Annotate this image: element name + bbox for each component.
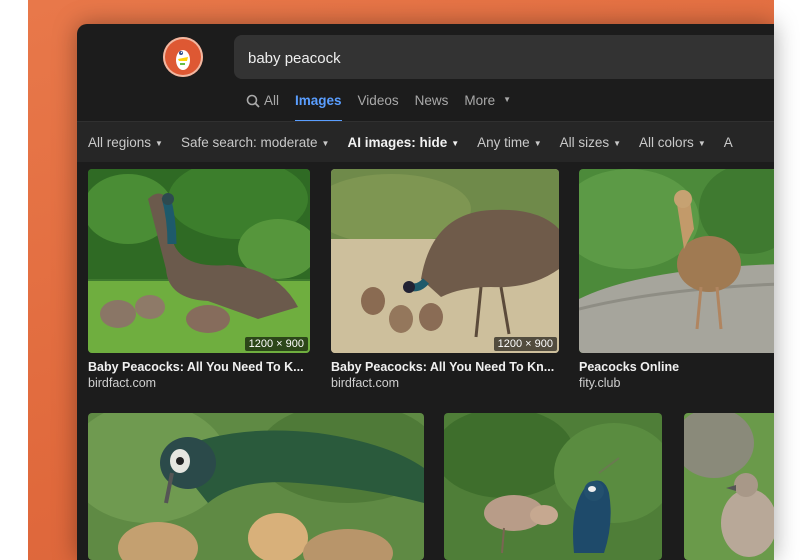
filter-sizes-label: All sizes [559,134,610,150]
result-title[interactable]: Baby Peacocks: All You Need To Kn... [331,360,559,374]
browser-window: All Images Videos News More ▼ All region… [77,24,774,560]
filter-colors[interactable]: All colors ▼ [639,135,706,150]
tab-news-label: News [414,93,449,108]
image-result-2[interactable]: 1200 × 900 [331,169,559,353]
tab-videos[interactable]: Videos [358,92,399,122]
chevron-down-icon: ▼ [533,138,542,148]
result-source[interactable]: birdfact.com [88,376,156,390]
result-title[interactable]: Baby Peacocks: All You Need To K... [88,360,310,374]
peacock-family-photo [444,413,662,560]
filter-regions[interactable]: All regions ▼ [88,135,163,150]
filter-more-cut[interactable]: A [724,135,733,150]
image-result-4[interactable] [88,413,424,560]
tab-all[interactable]: All [246,92,279,122]
filter-colors-label: All colors [639,134,694,150]
filter-ai-images-label: AI images: hide [347,134,448,150]
filter-sizes[interactable]: All sizes ▼ [560,135,621,150]
image-dimensions: 1200 × 900 [493,337,557,351]
filter-time-label: Any time [477,134,530,150]
result-source[interactable]: fity.club [579,376,620,390]
filter-safe-search-label: Safe search: moderate [180,134,318,150]
duckduckgo-logo[interactable] [163,37,203,77]
peachick-closeup-photo [684,413,774,560]
chevron-down-icon: ▼ [321,138,330,148]
chevron-down-icon: ▼ [155,138,163,148]
chevron-down-icon: ▼ [697,138,706,148]
tab-all-label: All [264,93,280,108]
search-input[interactable] [246,35,770,81]
image-result-6[interactable] [684,413,774,560]
result-source[interactable]: birdfact.com [331,376,399,390]
peahen-with-chicks-photo [88,169,310,353]
search-tabs: All Images Videos News More ▼ [246,92,511,122]
image-result-3[interactable] [579,169,774,353]
tab-news[interactable]: News [415,92,449,122]
tab-images-label: Images [295,93,342,108]
tab-more-label: More [464,93,496,108]
tab-videos-label: Videos [357,93,399,108]
search-icon [246,94,260,108]
filter-ai-images[interactable]: AI images: hide ▼ [347,135,459,150]
filter-more-cut-label: A [723,134,733,150]
image-dimensions: 1200 × 900 [244,337,308,351]
filter-regions-label: All regions [88,134,152,150]
peacock-with-chicks-photo [88,413,424,560]
duck-icon [169,43,197,71]
image-result-5[interactable] [444,413,662,560]
chevron-down-icon: ▼ [451,138,460,148]
search-box[interactable] [234,35,774,81]
filter-safe-search[interactable]: Safe search: moderate ▼ [181,135,330,150]
result-title[interactable]: Peacocks Online [579,360,679,374]
peachick-on-rock-photo [579,169,774,353]
peahen-feeding-chicks-photo [331,169,559,353]
chevron-down-icon: ▼ [503,95,512,104]
image-result-1[interactable]: 1200 × 900 [88,169,310,353]
chevron-down-icon: ▼ [613,138,622,148]
tab-more[interactable]: More ▼ [464,92,511,122]
filter-time[interactable]: Any time ▼ [477,135,541,150]
tab-images[interactable]: Images [295,92,342,122]
filter-bar: All regions ▼ Safe search: moderate ▼ AI i… [77,121,774,162]
